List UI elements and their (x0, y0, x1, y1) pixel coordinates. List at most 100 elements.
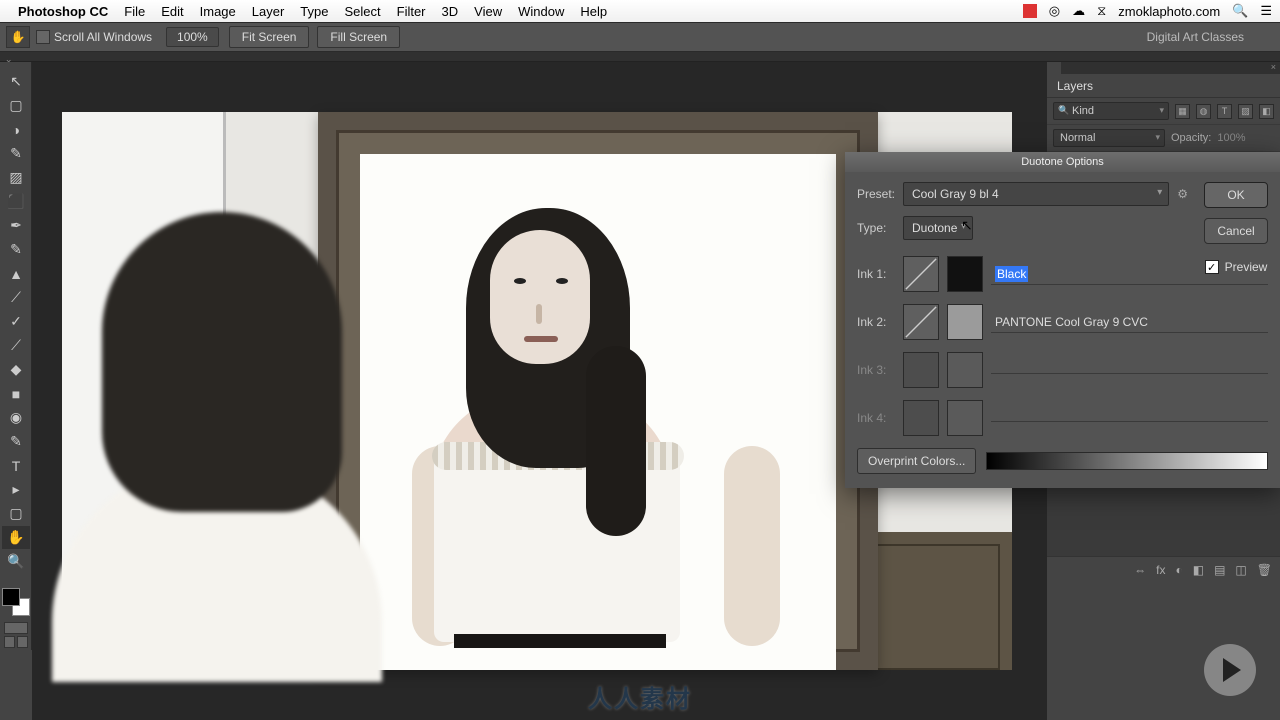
tool-marquee[interactable]: ▢ (2, 94, 30, 117)
menu-3d[interactable]: 3D (442, 4, 459, 19)
ink3-swatch (947, 352, 983, 388)
tool-shape[interactable]: ▢ (2, 502, 30, 525)
tool-brush[interactable]: ▲ (2, 262, 30, 285)
type-label: Type: (857, 221, 903, 235)
record-icon (1023, 4, 1037, 18)
quick-mask[interactable] (4, 622, 28, 634)
ink1-swatch[interactable] (947, 256, 983, 292)
preset-select[interactable]: Cool Gray 9 bl 4 (903, 182, 1169, 206)
tool-type[interactable]: T (2, 454, 30, 477)
tool-eraser[interactable]: ⟋ (2, 334, 30, 357)
ink2-label: Ink 2: (857, 315, 903, 329)
fit-screen-button[interactable]: Fit Screen (229, 26, 310, 48)
preset-label: Preset: (857, 187, 903, 201)
ink4-label: Ink 4: (857, 411, 903, 425)
play-button[interactable] (1204, 644, 1256, 696)
preview-checkbox[interactable]: ✓ (1205, 260, 1219, 274)
sync-icon[interactable]: ◎ (1049, 3, 1060, 19)
fg-bg-colors[interactable] (2, 588, 30, 616)
ink3-label: Ink 3: (857, 363, 903, 377)
fill-screen-button[interactable]: Fill Screen (317, 26, 400, 48)
tool-pen[interactable]: ✎ (2, 430, 30, 453)
ink4-curve (903, 400, 939, 436)
ink2-swatch[interactable] (947, 304, 983, 340)
filter-shape-icon[interactable]: ▨ (1238, 104, 1253, 119)
filter-smart-icon[interactable]: ◧ (1259, 104, 1274, 119)
tool-zoom[interactable]: 🔍 (2, 550, 30, 573)
tool-gradient[interactable]: ◆ (2, 358, 30, 381)
duotone-options-dialog: Duotone Options OK Cancel ✓ Preview Pres… (845, 152, 1280, 488)
tool-clone[interactable]: ⟋ (2, 286, 30, 309)
scroll-all-label: Scroll All Windows (54, 30, 152, 44)
zoom-level[interactable]: 100% (166, 27, 219, 47)
menu-layer[interactable]: Layer (252, 4, 285, 19)
tool-eyedropper[interactable]: ✒ (2, 214, 30, 237)
link-layers-icon[interactable]: ⇔ (1134, 563, 1146, 577)
menu-icon[interactable]: ☰ (1260, 3, 1272, 19)
panel-close-icon[interactable]: × (1267, 62, 1280, 74)
filter-pixel-icon[interactable]: ▦ (1175, 104, 1190, 119)
filter-adjust-icon[interactable]: ◍ (1196, 104, 1211, 119)
adjustment-icon[interactable]: ◧ (1193, 563, 1204, 577)
ink2-name-input[interactable]: PANTONE Cool Gray 9 CVC (991, 312, 1268, 333)
tool-lasso[interactable]: ◑ (2, 118, 30, 141)
layer-filter-kind[interactable]: Kind (1053, 102, 1169, 120)
menu-help[interactable]: Help (580, 4, 607, 19)
menu-window[interactable]: Window (518, 4, 564, 19)
preview-label: Preview (1225, 260, 1268, 274)
overprint-gradient (986, 452, 1268, 470)
watermark: 人人素材 (588, 679, 692, 714)
ink3-name-input (991, 367, 1268, 374)
ink2-curve[interactable] (903, 304, 939, 340)
menu-select[interactable]: Select (344, 4, 380, 19)
group-icon[interactable]: ▤ (1214, 563, 1225, 577)
cloud-icon[interactable]: ☁ (1072, 3, 1085, 19)
filter-type-icon[interactable]: T (1217, 104, 1232, 119)
dialog-title[interactable]: Duotone Options (845, 152, 1280, 172)
menu-type[interactable]: Type (300, 4, 328, 19)
ink4-name-input (991, 415, 1268, 422)
options-bar: ✋ Scroll All Windows 100% Fit Screen Fil… (0, 22, 1280, 52)
tool-blur[interactable]: ■ (2, 382, 30, 405)
tool-dodge[interactable]: ◉ (2, 406, 30, 429)
menu-view[interactable]: View (474, 4, 502, 19)
tool-quick-select[interactable]: ✎ (2, 142, 30, 165)
menu-image[interactable]: Image (200, 4, 236, 19)
ink3-curve (903, 352, 939, 388)
ink1-curve[interactable] (903, 256, 939, 292)
fx-icon[interactable]: fx (1156, 563, 1165, 577)
new-layer-icon[interactable]: ◫ (1235, 563, 1246, 577)
tool-hand[interactable]: ✋ (2, 526, 30, 549)
opacity-value[interactable]: 100% (1217, 132, 1245, 144)
wifi-icon[interactable]: ⧖ (1097, 3, 1106, 19)
workspace-label[interactable]: Digital Art Classes (1147, 30, 1244, 44)
ink1-label: Ink 1: (857, 267, 903, 281)
screen-mode[interactable] (4, 636, 28, 648)
overprint-colors-button[interactable]: Overprint Colors... (857, 448, 976, 474)
ok-button[interactable]: OK (1204, 182, 1268, 208)
menu-file[interactable]: File (124, 4, 145, 19)
tool-healing[interactable]: ✎ (2, 238, 30, 261)
ink4-swatch (947, 400, 983, 436)
menu-filter[interactable]: Filter (397, 4, 426, 19)
app-name[interactable]: Photoshop CC (18, 4, 108, 19)
search-icon[interactable]: 🔍 (1232, 3, 1248, 19)
mask-icon[interactable]: ◐ (1175, 563, 1182, 577)
menu-edit[interactable]: Edit (161, 4, 183, 19)
layers-tab[interactable]: Layers (1047, 74, 1280, 98)
cancel-button[interactable]: Cancel (1204, 218, 1268, 244)
scroll-all-checkbox[interactable] (36, 30, 50, 44)
trash-icon[interactable]: 🗑 (1257, 563, 1272, 577)
tool-crop[interactable]: ▨ (2, 166, 30, 189)
tool-history[interactable]: ✓ (2, 310, 30, 333)
tool-frame[interactable]: ⬛ (2, 190, 30, 213)
tool-path[interactable]: ▸ (2, 478, 30, 501)
mac-menubar: Photoshop CC File Edit Image Layer Type … (0, 0, 1280, 22)
tools-panel: ↖ ▢ ◑ ✎ ▨ ⬛ ✒ ✎ ▲ ⟋ ✓ ⟋ ◆ ■ ◉ ✎ T ▸ ▢ ✋ … (0, 62, 32, 650)
blend-mode-select[interactable]: Normal (1053, 129, 1165, 147)
current-tool-icon[interactable]: ✋ (6, 26, 30, 48)
gear-icon[interactable]: ⚙ (1177, 187, 1188, 201)
document-tabs: × (0, 52, 1280, 62)
tool-move[interactable]: ↖ (2, 70, 30, 93)
type-select[interactable]: Duotone (903, 216, 973, 240)
